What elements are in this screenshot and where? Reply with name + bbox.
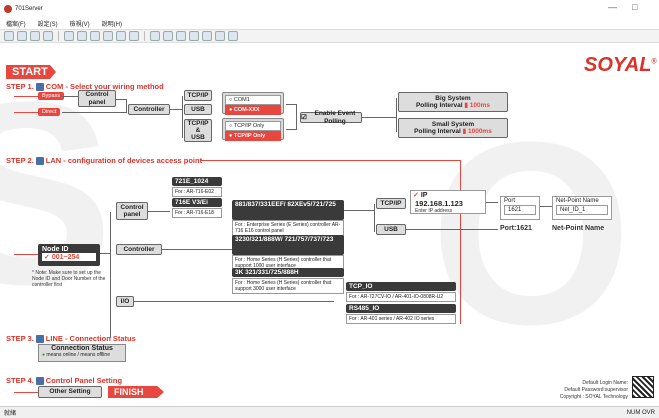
toolbar-button-14[interactable] [189, 31, 199, 41]
tcp-only-group: ○ TCP/IP Only ● TCP/IP Only [222, 118, 284, 141]
tcp-io-box[interactable]: TCP_IO [346, 282, 456, 291]
model-721e[interactable]: 721E_1024 [172, 177, 222, 186]
node-note: * Note: Make sure to set up the Node ID … [32, 270, 106, 288]
tcp-io-note: For : AR-727CV-IO / AR-401-IO-0808R-U2 [346, 292, 456, 302]
step2-heading: STEP 2. LAN - configuration of devices ac… [6, 156, 203, 166]
toolbar-button-1[interactable] [4, 31, 14, 41]
controller-node[interactable]: Controller [116, 244, 162, 255]
start-banner: START [6, 65, 56, 79]
node-id-box[interactable]: Node ID ✓ 001~254 [38, 244, 100, 266]
menu-file[interactable]: 檔案(F) [6, 19, 26, 28]
toolbar-button-8[interactable] [103, 31, 113, 41]
model-716e[interactable]: 716E V3/Ei [172, 198, 222, 207]
wizard-canvas: S O SOYAL® START STEP 1. COM - Select you… [0, 44, 659, 406]
connection-status-box: Connection Status ● means online / means… [38, 344, 126, 362]
model-3k[interactable]: 3K 321/331/725/888H [232, 268, 344, 277]
model-721e-note: For : AR-716-E02 [172, 187, 222, 197]
toolbar-button-3[interactable] [30, 31, 40, 41]
toolbar-button-9[interactable] [116, 31, 126, 41]
model-881-note: For : Enterprise Series (E Series) contr… [232, 220, 344, 236]
title-bar: 701Server — □ [0, 0, 659, 17]
port-panel: Port 1621 [500, 196, 540, 220]
small-system-box[interactable]: Small System Polling Interval ▮ 1000ms [398, 118, 508, 138]
com-icon [35, 83, 44, 92]
app-icon [4, 4, 12, 13]
usb-box[interactable]: USB [184, 104, 212, 115]
maximize-button[interactable]: □ [632, 2, 637, 12]
toolbar-button-7[interactable] [90, 31, 100, 41]
toolbar-button-4[interactable] [43, 31, 53, 41]
panel-icon [35, 377, 44, 386]
bypass-option[interactable]: Bypass [38, 92, 65, 100]
tcpip-box[interactable]: TCP/IP [184, 90, 212, 101]
toolbar-button-15[interactable] [202, 31, 212, 41]
toolbar-separator [144, 31, 145, 41]
controller-box: Controller [128, 104, 170, 115]
io-node[interactable]: I/O [116, 296, 134, 307]
ip-value[interactable]: 192.168.1.123 [411, 199, 485, 208]
brand-logo: SOYAL® [584, 54, 657, 76]
step3-heading: STEP 3. LINE - Connection Status [6, 334, 136, 344]
finish-banner[interactable]: FINISH [108, 386, 164, 398]
netpoint-panel: Net-Point Name Net_ID_1 [552, 196, 612, 220]
footer-info: Default Login Name: Default Password:sup… [559, 380, 628, 400]
toolbar-button-2[interactable] [17, 31, 27, 41]
status-right: NUM OVR [626, 409, 655, 416]
lan-icon [35, 157, 44, 166]
status-left: 就緒 [4, 411, 17, 417]
direct-option[interactable]: Direct [38, 108, 61, 116]
menu-settings[interactable]: 設定(S) [38, 19, 58, 28]
tcponly-radio-1[interactable]: ○ TCP/IP Only [225, 121, 281, 131]
control-panel-box: Control panel [78, 90, 116, 107]
line-icon [35, 335, 44, 344]
other-setting-button[interactable]: Other Setting [38, 386, 102, 398]
model-881[interactable]: 881/837/331EEF/ 82XEv5/721/725 [232, 200, 344, 220]
usb-link[interactable]: USB [376, 224, 406, 235]
port-input[interactable]: 1621 [504, 205, 536, 215]
menu-bar: 檔案(F) 設定(S) 檢視(V) 說明(H) [0, 17, 659, 29]
model-3k-note: For : Home Series (H Series) controller … [232, 278, 344, 294]
toolbar-button-5[interactable] [64, 31, 74, 41]
com1-radio[interactable]: ○ COM1 [225, 95, 281, 105]
window-title: 701Server [15, 5, 43, 12]
status-bar: 就緒 NUM OVR [0, 406, 659, 418]
control-panel-node[interactable]: Control panel [116, 202, 148, 220]
menu-view[interactable]: 檢視(V) [70, 19, 90, 28]
ip-hint: Enter IP address [415, 208, 453, 214]
step4-heading: STEP 4. Control Panel Setting [6, 376, 123, 386]
toolbar-separator [58, 31, 59, 41]
toolbar-button-13[interactable] [176, 31, 186, 41]
netpoint-text: Net-Point Name [552, 225, 605, 232]
tcpip-link[interactable]: TCP/IP [376, 198, 406, 209]
toolbar-button-16[interactable] [215, 31, 225, 41]
toolbar-button-6[interactable] [77, 31, 87, 41]
model-716e-note: For : AR-716-E18 [172, 208, 222, 218]
toolbar-button-17[interactable] [228, 31, 238, 41]
tcponly-radio-2[interactable]: ● TCP/IP Only [225, 131, 281, 141]
rs485-io-box[interactable]: RS485_IO [346, 304, 456, 313]
comxxx-radio[interactable]: ● COM-XXX [225, 105, 281, 115]
netpoint-input[interactable]: Net_ID_1 [556, 205, 608, 215]
port-text: Port:1621 [500, 225, 532, 232]
tcpip-usb-box[interactable]: TCP/IP & USB [184, 119, 212, 142]
com-select-group: ○ COM1 ● COM-XXX [222, 92, 284, 115]
toolbar-button-10[interactable] [129, 31, 139, 41]
ip-panel: ✓ IP 192.168.1.123 Enter IP address [410, 190, 486, 214]
toolbar-button-11[interactable] [150, 31, 160, 41]
toolbar [0, 29, 659, 43]
toolbar-button-12[interactable] [163, 31, 173, 41]
model-3230[interactable]: 3230/321/888W/ 721/757/737/723 [232, 235, 344, 255]
qr-code [632, 376, 654, 398]
menu-help[interactable]: 說明(H) [102, 19, 122, 28]
rs485-io-note: For : AR-401 series / AR-402 IO series [346, 314, 456, 324]
enable-polling-checkbox[interactable]: ☑ Enable Event Polling [300, 110, 362, 125]
big-system-box[interactable]: Big System Polling Interval ▮ 100ms [398, 92, 508, 112]
minimize-button[interactable]: — [608, 2, 617, 12]
